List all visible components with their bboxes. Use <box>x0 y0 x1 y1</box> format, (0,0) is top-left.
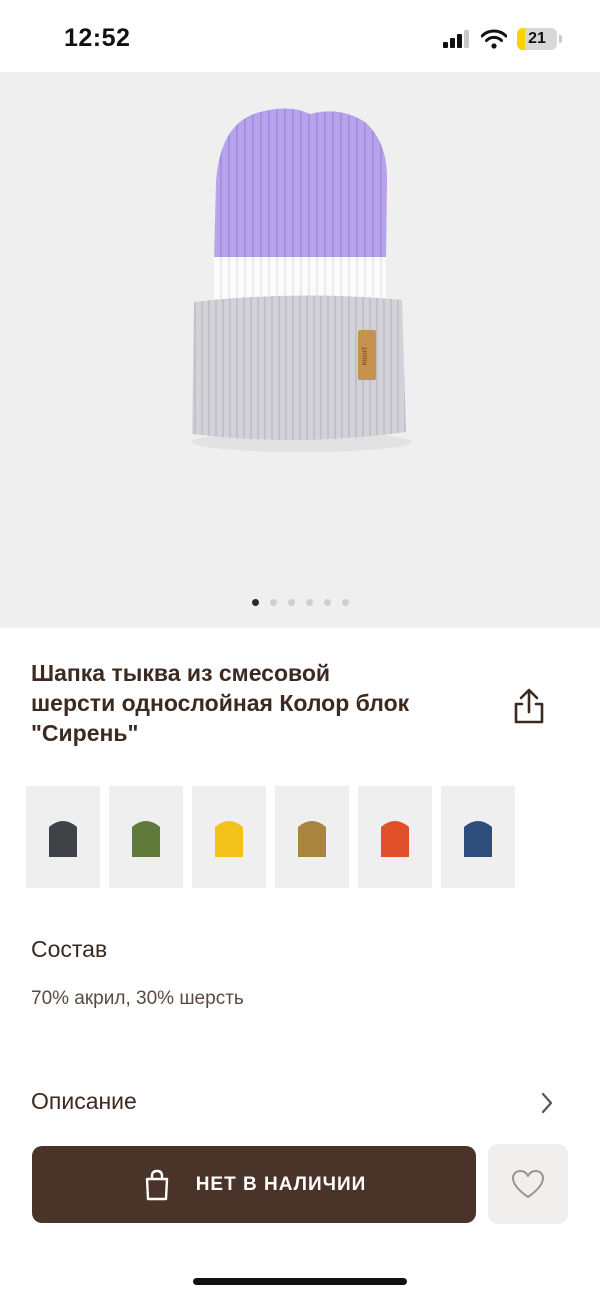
product-title: Шапка тыква из смесовой шерсти однослойн… <box>31 658 481 748</box>
share-icon[interactable] <box>508 686 550 728</box>
hat-thumbnail-icon <box>381 821 409 857</box>
status-icons: 21 <box>443 28 562 50</box>
pagination-dot[interactable] <box>269 599 277 606</box>
pagination-dot[interactable] <box>305 599 313 606</box>
status-time: 12:52 <box>64 24 131 52</box>
status-bar: 12:52 21 <box>0 0 600 72</box>
hat-thumbnail-icon <box>464 821 492 857</box>
hat-thumbnail-icon <box>132 821 160 857</box>
out-of-stock-label: НЕТ В НАЛИЧИИ <box>195 1173 367 1195</box>
gallery-pagination <box>0 599 600 606</box>
chevron-right-icon <box>541 1092 553 1114</box>
battery-icon: 21 <box>517 28 557 50</box>
swatch-navy-blue[interactable] <box>441 786 515 888</box>
shopping-bag-icon <box>145 1169 168 1200</box>
description-row[interactable]: Описание <box>0 1085 600 1125</box>
product-image: RIGHT <box>192 108 412 452</box>
signal-icon <box>443 30 469 48</box>
out-of-stock-button[interactable]: НЕТ В НАЛИЧИИ <box>32 1146 476 1223</box>
hat-thumbnail-icon <box>49 821 77 857</box>
favorite-button[interactable] <box>488 1144 568 1224</box>
hat-thumbnail-icon <box>215 821 243 857</box>
swatch-mustard-brown[interactable] <box>275 786 349 888</box>
pagination-dot[interactable] <box>341 599 349 606</box>
swatch-orange-red[interactable] <box>358 786 432 888</box>
swatch-dark-gray[interactable] <box>26 786 100 888</box>
home-indicator <box>193 1278 407 1285</box>
battery-cap <box>559 35 562 43</box>
hat-thumbnail-icon <box>298 821 326 857</box>
pagination-dot[interactable] <box>251 599 259 606</box>
product-title-line: шерсти однослойная Колор блок <box>31 690 410 716</box>
pagination-dot[interactable] <box>287 599 295 606</box>
product-title-line: "Сирень" <box>31 720 139 746</box>
description-label: Описание <box>31 1088 137 1114</box>
product-image-gallery[interactable]: RIGHT <box>0 72 600 628</box>
swatch-olive-green[interactable] <box>109 786 183 888</box>
svg-text:RIGHT: RIGHT <box>363 346 369 365</box>
wifi-icon <box>481 29 507 49</box>
battery-level: 21 <box>528 30 546 47</box>
heart-icon <box>512 1170 544 1198</box>
composition-label: Состав <box>31 936 108 962</box>
pagination-dot[interactable] <box>323 599 331 606</box>
composition-value: 70% акрил, 30% шерсть <box>31 988 244 1009</box>
swatch-yellow[interactable] <box>192 786 266 888</box>
product-title-line: Шапка тыква из смесовой <box>31 660 331 686</box>
color-swatches <box>26 786 515 888</box>
